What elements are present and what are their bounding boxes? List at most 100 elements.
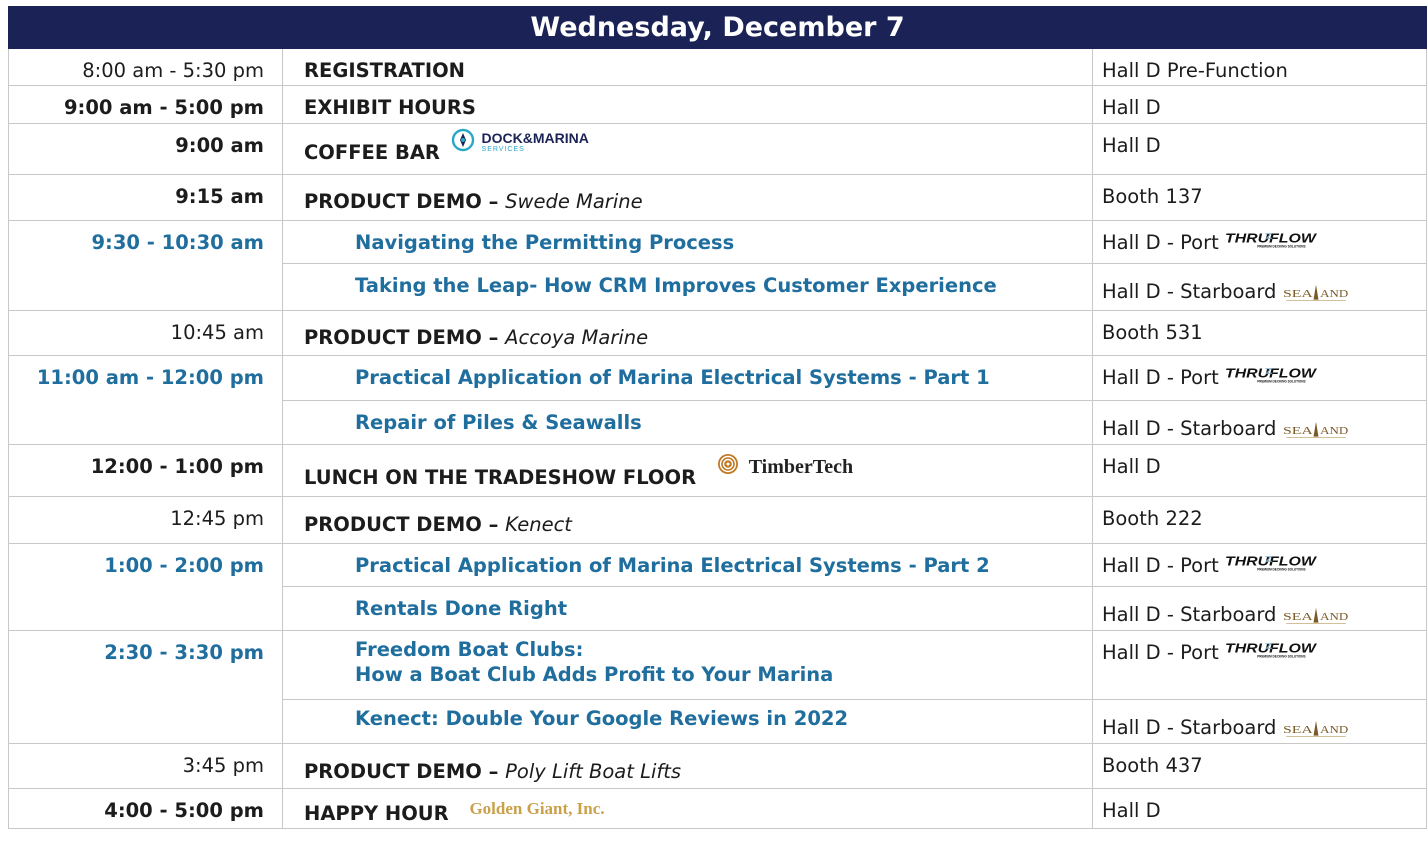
thruflow-logo — [1225, 553, 1317, 573]
thruflow-logo — [1225, 640, 1317, 660]
thruflow-logo — [1225, 230, 1317, 250]
schedule-row: 9:30 - 10:30 am Navigating the Permittin… — [8, 220, 1428, 311]
time-cell: 1:00 - 2:00 pm — [8, 543, 283, 631]
schedule-row: 9:15 am PRODUCT DEMO – Swede Marine Boot… — [8, 174, 1428, 221]
session-cell[interactable]: Practical Application of Marina Electric… — [282, 355, 1093, 401]
event-title: PRODUCT DEMO – — [304, 513, 499, 536]
golden-giant-logo: Golden Giant, Inc. — [469, 799, 605, 818]
session-cell[interactable]: Repair of Piles & Seawalls — [282, 400, 1093, 445]
wood-rings-icon — [717, 454, 738, 474]
sealand-logo — [1283, 606, 1349, 626]
event-exhibitor: Swede Marine — [505, 190, 643, 213]
location-text: Hall D - Starboard — [1102, 716, 1277, 739]
event-title: PRODUCT DEMO – — [304, 190, 499, 213]
session-cell[interactable]: Taking the Leap- How CRM Improves Custom… — [282, 263, 1093, 311]
location-cell: Booth 437 — [1091, 743, 1428, 789]
compass-icon — [451, 128, 474, 152]
location-text: Hall D - Port — [1102, 366, 1219, 389]
event-title: COFFEE BAR — [304, 140, 440, 164]
schedule-row: 9:00 am COFFEE BAR DOCK&MARINA SERVICES … — [8, 123, 1428, 175]
schedule-header-row: Wednesday, December 7 — [7, 6, 1428, 49]
location-text: Hall D - Starboard — [1102, 280, 1277, 303]
schedule-day-title: Wednesday, December 7 — [7, 6, 1428, 49]
location-cell: Hall D Pre-Function — [1091, 48, 1428, 86]
time-cell: 4:00 - 5:00 pm — [8, 788, 283, 829]
location-text: Hall D - Starboard — [1102, 417, 1277, 440]
location-cell: Hall D - Port — [1091, 220, 1428, 264]
sealand-logo — [1283, 719, 1349, 739]
session-cell[interactable]: Navigating the Permitting Process — [282, 220, 1093, 264]
location-cell: Hall D - Starboard — [1091, 400, 1428, 445]
event-exhibitor: Accoya Marine — [505, 326, 649, 349]
schedule-row: 9:00 am - 5:00 pm EXHIBIT HOURS Hall D — [8, 85, 1428, 124]
sponsor-wordmark: DOCK&MARINA SERVICES — [481, 130, 589, 156]
location-text: Hall D - Port — [1102, 554, 1219, 577]
time-cell: 11:00 am - 12:00 pm — [8, 355, 283, 445]
event-cell: COFFEE BAR DOCK&MARINA SERVICES — [282, 123, 1093, 175]
thruflow-logo — [1225, 365, 1317, 385]
location-cell: Hall D — [1091, 123, 1428, 175]
time-cell: 9:30 - 10:30 am — [8, 220, 283, 311]
time-cell: 3:45 pm — [8, 743, 283, 789]
location-text: Hall D - Port — [1102, 641, 1219, 664]
event-cell: LUNCH ON THE TRADESHOW FLOOR TimberTech — [282, 444, 1093, 497]
location-text: Hall D - Port — [1102, 231, 1219, 254]
dock-marina-logo — [451, 128, 475, 158]
event-cell: PRODUCT DEMO – Poly Lift Boat Lifts — [282, 743, 1093, 789]
time-cell: 12:45 pm — [8, 496, 283, 544]
event-cell: PRODUCT DEMO – Accoya Marine — [282, 310, 1093, 356]
sealand-logo — [1283, 420, 1349, 440]
schedule-row: 8:00 am - 5:30 pm REGISTRATION Hall D Pr… — [8, 48, 1428, 86]
time-cell: 9:00 am - 5:00 pm — [8, 85, 283, 124]
time-cell: 8:00 am - 5:30 pm — [8, 48, 283, 86]
event-title: PRODUCT DEMO – — [304, 760, 499, 783]
event-exhibitor: Kenect — [505, 513, 572, 536]
session-cell[interactable]: Rentals Done Right — [282, 586, 1093, 631]
schedule-row: 4:00 - 5:00 pm HAPPY HOUR Golden Giant, … — [8, 788, 1428, 829]
event-cell: PRODUCT DEMO – Swede Marine — [282, 174, 1093, 221]
session-cell[interactable]: Kenect: Double Your Google Reviews in 20… — [282, 699, 1093, 744]
session-cell[interactable]: Freedom Boat Clubs: How a Boat Club Adds… — [282, 630, 1093, 700]
schedule-row: 10:45 am PRODUCT DEMO – Accoya Marine Bo… — [8, 310, 1428, 356]
event-cell: HAPPY HOUR Golden Giant, Inc. — [282, 788, 1093, 829]
event-exhibitor: Poly Lift Boat Lifts — [505, 760, 682, 783]
event-title: HAPPY HOUR — [304, 802, 449, 825]
session-title-line1: Freedom Boat Clubs: — [355, 638, 584, 661]
location-cell: Hall D - Port — [1091, 543, 1428, 587]
schedule-row: 3:45 pm PRODUCT DEMO – Poly Lift Boat Li… — [8, 743, 1428, 789]
event-title: LUNCH ON THE TRADESHOW FLOOR — [304, 465, 697, 489]
location-cell: Hall D — [1091, 788, 1428, 829]
schedule-table: Wednesday, December 7 8:00 am - 5:30 pm … — [7, 6, 1428, 829]
location-cell: Hall D - Port — [1091, 630, 1428, 700]
session-title-line2: How a Boat Club Adds Profit to Your Mari… — [355, 663, 834, 686]
sealand-logo — [1283, 283, 1349, 303]
event-title: PRODUCT DEMO – — [304, 326, 499, 349]
schedule-row: 1:00 - 2:00 pm Practical Application of … — [8, 543, 1428, 631]
time-cell: 9:15 am — [8, 174, 283, 221]
location-cell: Hall D — [1091, 85, 1428, 124]
event-cell: REGISTRATION — [282, 48, 1093, 86]
session-cell[interactable]: Practical Application of Marina Electric… — [282, 543, 1093, 587]
location-cell: Booth 137 — [1091, 174, 1428, 221]
timbertech-logo — [717, 453, 739, 481]
sponsor-name: DOCK&MARINA — [481, 130, 589, 146]
time-cell: 10:45 am — [8, 310, 283, 356]
location-cell: Booth 222 — [1091, 496, 1428, 544]
time-cell: 9:00 am — [8, 123, 283, 175]
location-cell: Hall D - Starboard — [1091, 699, 1428, 744]
event-cell: EXHIBIT HOURS — [282, 85, 1093, 124]
schedule-row: 2:30 - 3:30 pm Freedom Boat Clubs: How a… — [8, 630, 1428, 744]
location-cell: Hall D - Starboard — [1091, 586, 1428, 631]
location-text: Hall D - Starboard — [1102, 603, 1277, 626]
location-cell: Hall D — [1091, 444, 1428, 497]
location-cell: Hall D - Starboard — [1091, 263, 1428, 311]
location-cell: Booth 531 — [1091, 310, 1428, 356]
time-cell: 12:00 - 1:00 pm — [8, 444, 283, 497]
location-cell: Hall D - Port — [1091, 355, 1428, 401]
sponsor-name: TimberTech — [748, 455, 854, 478]
schedule-row: 11:00 am - 12:00 pm Practical Applicatio… — [8, 355, 1428, 445]
event-cell: PRODUCT DEMO – Kenect — [282, 496, 1093, 544]
schedule-row: 12:45 pm PRODUCT DEMO – Kenect Booth 222 — [8, 496, 1428, 544]
schedule-row: 12:00 - 1:00 pm LUNCH ON THE TRADESHOW F… — [8, 444, 1428, 497]
time-cell: 2:30 - 3:30 pm — [8, 630, 283, 744]
